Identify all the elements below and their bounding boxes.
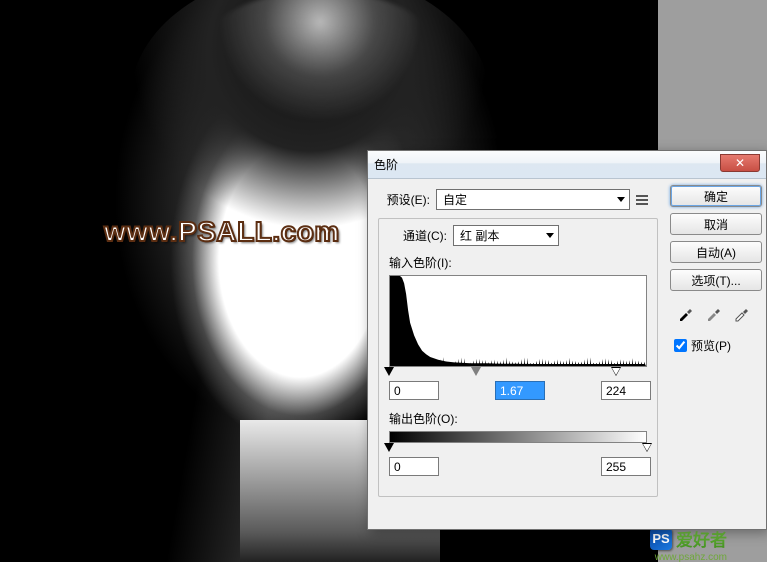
input-slider-track[interactable] — [389, 367, 647, 379]
histogram-svg — [390, 276, 646, 366]
options-label: 选项(T)... — [691, 272, 740, 289]
ok-label: 确定 — [704, 188, 728, 205]
watermark-url-1: www.PSALL.com — [104, 216, 340, 248]
dialog-title: 色阶 — [374, 156, 398, 173]
output-slider-track[interactable] — [389, 443, 647, 455]
eyedropper-group — [676, 303, 764, 323]
auto-label: 自动(A) — [696, 244, 736, 261]
eyedropper-white-icon[interactable] — [732, 303, 752, 323]
input-levels-label: 输入色阶(I): — [389, 254, 649, 271]
dialog-buttons: 确定 取消 自动(A) 选项(T)... 预览(P) — [670, 185, 766, 354]
output-highlight-handle[interactable] — [642, 443, 652, 452]
preview-label: 预览(P) — [691, 337, 731, 354]
input-highlight-field[interactable] — [601, 381, 651, 400]
chevron-down-icon — [617, 197, 625, 202]
preview-checkbox[interactable] — [674, 339, 687, 352]
cancel-label: 取消 — [704, 216, 728, 233]
output-gradient[interactable] — [389, 431, 647, 443]
input-mid-field[interactable] — [495, 381, 545, 400]
output-levels-label: 输出色阶(O): — [389, 410, 649, 427]
output-shadow-field[interactable] — [389, 457, 439, 476]
cancel-button[interactable]: 取消 — [670, 213, 762, 235]
ps-logo-icon: PS — [650, 528, 672, 550]
levels-fieldset: 通道(C): 红 副本 输入色阶(I): — [378, 218, 658, 497]
eyedropper-gray-icon[interactable] — [704, 303, 724, 323]
output-highlight-field[interactable] — [601, 457, 651, 476]
ok-button[interactable]: 确定 — [670, 185, 762, 207]
input-highlight-handle[interactable] — [611, 367, 621, 376]
watermark-url-2: www.psahz.com — [655, 552, 727, 563]
preset-value: 自定 — [443, 191, 467, 208]
input-shadow-handle[interactable] — [384, 367, 394, 376]
channel-label: 通道(C): — [387, 227, 447, 244]
preset-label: 预设(E): — [378, 191, 430, 208]
input-mid-handle[interactable] — [471, 367, 481, 376]
close-icon: ✕ — [735, 156, 745, 170]
auto-button[interactable]: 自动(A) — [670, 241, 762, 263]
preset-select[interactable]: 自定 — [436, 189, 630, 210]
channel-select[interactable]: 红 副本 — [453, 225, 559, 246]
input-shadow-field[interactable] — [389, 381, 439, 400]
options-button[interactable]: 选项(T)... — [670, 269, 762, 291]
preset-menu-button[interactable] — [636, 192, 652, 208]
levels-dialog: 色阶 ✕ 预设(E): 自定 通道(C): 红 副本 — [367, 150, 767, 530]
output-shadow-handle[interactable] — [384, 443, 394, 452]
chevron-down-icon — [546, 233, 554, 238]
channel-value: 红 副本 — [460, 227, 499, 244]
preview-checkbox-row[interactable]: 预览(P) — [674, 337, 764, 354]
close-button[interactable]: ✕ — [720, 154, 760, 172]
eyedropper-black-icon[interactable] — [676, 303, 696, 323]
dialog-titlebar[interactable]: 色阶 ✕ — [368, 151, 766, 179]
histogram[interactable] — [389, 275, 647, 367]
